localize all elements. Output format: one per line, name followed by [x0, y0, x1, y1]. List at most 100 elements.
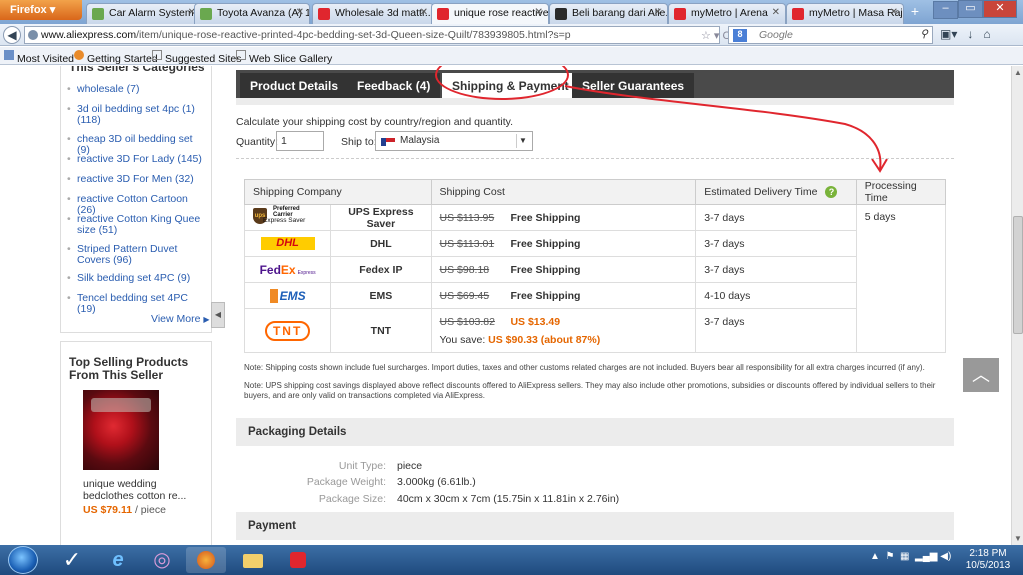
- product-thumbnail[interactable]: [83, 390, 159, 470]
- category-link[interactable]: reactive 3D For Men (32): [67, 174, 207, 186]
- scrollbar-thumb[interactable]: [1013, 216, 1023, 334]
- google-engine-icon[interactable]: 8: [733, 29, 747, 42]
- browser-tab-bar: Firefox ▾ Car Alarm System ... ✕ Toyota A…: [0, 0, 1023, 24]
- page-scrollbar[interactable]: ▲ ▼: [1011, 66, 1023, 545]
- url-bar[interactable]: www.aliexpress.com/item/unique-rose-reac…: [24, 26, 730, 44]
- start-button[interactable]: [8, 546, 38, 574]
- network-icon[interactable]: ▦: [900, 551, 909, 562]
- tab-mymetro-masa[interactable]: myMetro | Masa Raj... ✕: [786, 3, 904, 24]
- bookmark-web-slice-gallery[interactable]: Web Slice Gallery: [236, 50, 332, 65]
- tab-close-icon[interactable]: ✕: [535, 7, 543, 18]
- unit-type-value: piece: [397, 460, 423, 472]
- category-link[interactable]: Striped Pattern Duvet Covers (96): [67, 244, 207, 266]
- restore-icon[interactable]: ▭: [958, 0, 983, 18]
- firefox-taskbar-icon[interactable]: [186, 547, 226, 573]
- table-row: ups Preferred Carrier Express Saver UPS Ex…: [243, 204, 947, 353]
- category-link[interactable]: 3d oil bedding set 4pc (1) (118): [67, 104, 207, 126]
- chevron-down-icon: ▼: [516, 134, 529, 148]
- col-processing-time: Processing Time: [855, 179, 947, 205]
- tab-favicon-icon: [318, 8, 330, 20]
- app-circle-icon[interactable]: ◎: [142, 547, 182, 573]
- window-controls: – ▭ ✕: [933, 0, 1019, 19]
- tab-toyota[interactable]: Toyota Avanza (A) 1... ✕: [194, 3, 310, 24]
- package-size-row: Package Size:: [318, 493, 386, 505]
- view-more-link[interactable]: View More ▶: [151, 313, 210, 325]
- ship-to-select[interactable]: Malaysia ▼: [375, 131, 533, 151]
- tab-close-icon[interactable]: ✕: [296, 7, 304, 18]
- tab-close-icon[interactable]: ✕: [772, 7, 780, 18]
- product-name-link[interactable]: unique wedding bedclothes cotton re...: [83, 478, 203, 502]
- delivery-time: 3-7 days: [695, 308, 857, 353]
- home-icon[interactable]: ⌂: [983, 27, 990, 41]
- signal-icon[interactable]: ▂▄▆: [915, 551, 937, 562]
- search-icon[interactable]: ⚲: [920, 28, 928, 40]
- category-link[interactable]: reactive Cotton King Quee size (51): [67, 214, 207, 236]
- chevron-right-icon: ▶: [203, 315, 210, 324]
- navigation-bar: ◀ www.aliexpress.com/item/unique-rose-re…: [0, 24, 1023, 46]
- taskbar-clock[interactable]: 2:18 PM 10/5/2013: [958, 548, 1018, 572]
- package-weight-value: 3.000kg (6.61lb.): [397, 476, 476, 488]
- search-input[interactable]: 8 Google ⚲: [728, 26, 933, 44]
- tab-unique-rose[interactable]: unique rose reactive... ✕: [431, 3, 549, 24]
- company-name: Fedex IP: [330, 256, 432, 283]
- tab-product-details[interactable]: Product Details: [240, 73, 349, 98]
- scroll-up-icon[interactable]: ▲: [1014, 68, 1022, 77]
- bookmark-most-visited[interactable]: Most Visited: [4, 50, 74, 65]
- tab-close-icon[interactable]: ✕: [654, 7, 662, 18]
- tab-wholesale[interactable]: Wholesale 3d mattr... ✕: [312, 3, 434, 24]
- tab-mymetro-arena[interactable]: myMetro | Arena ✕: [668, 3, 786, 24]
- category-link[interactable]: Silk bedding set 4PC (9): [67, 273, 207, 285]
- seller-categories-title: This Seller's Categories: [69, 66, 205, 74]
- tab-beli-barang[interactable]: Beli barang dari Alie... ✕: [549, 3, 668, 24]
- sidebar-collapse-icon[interactable]: ◀: [211, 302, 225, 328]
- site-identity-icon: [28, 30, 38, 40]
- delivery-time: 3-7 days: [695, 204, 857, 231]
- processing-time: 5 days: [855, 204, 947, 353]
- checkmark-app-icon[interactable]: ✓: [52, 547, 92, 573]
- file-explorer-icon[interactable]: [233, 547, 273, 573]
- category-link[interactable]: Tencel bedding set 4PC (19): [67, 293, 207, 315]
- category-link[interactable]: wholesale (7): [67, 84, 207, 96]
- chevron-up-icon: ︿: [972, 365, 990, 385]
- windows-taskbar: ✓ e ◎ ▲ ⚑ ▦ ▂▄▆ ◀) 2:18 PM 10/5/2013: [0, 545, 1023, 575]
- minimize-icon[interactable]: –: [933, 1, 958, 19]
- shipping-cost: US $98.18 Free Shipping: [430, 256, 697, 283]
- media-player-icon[interactable]: [278, 547, 318, 573]
- scroll-down-icon[interactable]: ▼: [1014, 534, 1022, 543]
- table-row: DHL DHL US $113.01 Free Shipping 3-7 day…: [243, 230, 946, 257]
- action-center-icon[interactable]: ⚑: [885, 551, 894, 562]
- tab-close-icon[interactable]: ✕: [420, 7, 428, 18]
- tray-expand-icon[interactable]: ▲: [870, 551, 880, 562]
- col-delivery-time: Estimated Delivery Time?: [695, 179, 857, 205]
- back-arrow-icon[interactable]: ◀: [3, 26, 21, 44]
- tab-feedback[interactable]: Feedback (4): [347, 73, 441, 98]
- back-to-top-button[interactable]: ︿: [963, 358, 999, 392]
- shipping-cost: US $113.95 Free Shipping: [430, 204, 697, 231]
- bookmark-getting-started[interactable]: Getting Started: [74, 50, 158, 65]
- new-tab-button[interactable]: +: [905, 3, 925, 23]
- internet-explorer-icon[interactable]: e: [98, 547, 138, 573]
- download-icon[interactable]: ↓: [967, 27, 973, 41]
- category-link[interactable]: reactive 3D For Lady (145): [67, 154, 207, 166]
- company-name: TNT: [330, 308, 432, 353]
- quantity-label: Quantity:: [236, 136, 279, 148]
- delivery-time: 4-10 days: [695, 282, 857, 309]
- close-window-icon[interactable]: ✕: [983, 0, 1017, 18]
- ups-logo-icon: ups Preferred Carrier Express Saver: [243, 204, 332, 231]
- bookmarks-menu-icon[interactable]: ▣▾: [940, 27, 957, 41]
- tab-favicon-icon: [555, 8, 567, 20]
- tab-close-icon[interactable]: ✕: [890, 7, 898, 18]
- shipping-cost: US $69.45 Free Shipping: [430, 282, 697, 309]
- quantity-input[interactable]: 1: [276, 131, 324, 151]
- help-icon[interactable]: ?: [825, 186, 838, 198]
- firefox-menu-button[interactable]: Firefox ▾: [0, 0, 82, 20]
- tab-car-alarm[interactable]: Car Alarm System ... ✕: [86, 3, 202, 24]
- ups-note: Note: UPS shipping cost savings displaye…: [244, 381, 936, 400]
- delivery-time: 3-7 days: [695, 230, 857, 257]
- annotation-arrow: [564, 85, 888, 173]
- volume-icon[interactable]: ◀): [940, 551, 951, 562]
- bookmark-star-icon[interactable]: ☆ ▾ C: [701, 29, 730, 42]
- savings-text: You save: US $90.33 (about 87%): [439, 333, 601, 346]
- calc-instructions: Calculate your shipping cost by country/…: [236, 116, 514, 128]
- bookmark-suggested-sites[interactable]: Suggested Sites: [152, 50, 241, 65]
